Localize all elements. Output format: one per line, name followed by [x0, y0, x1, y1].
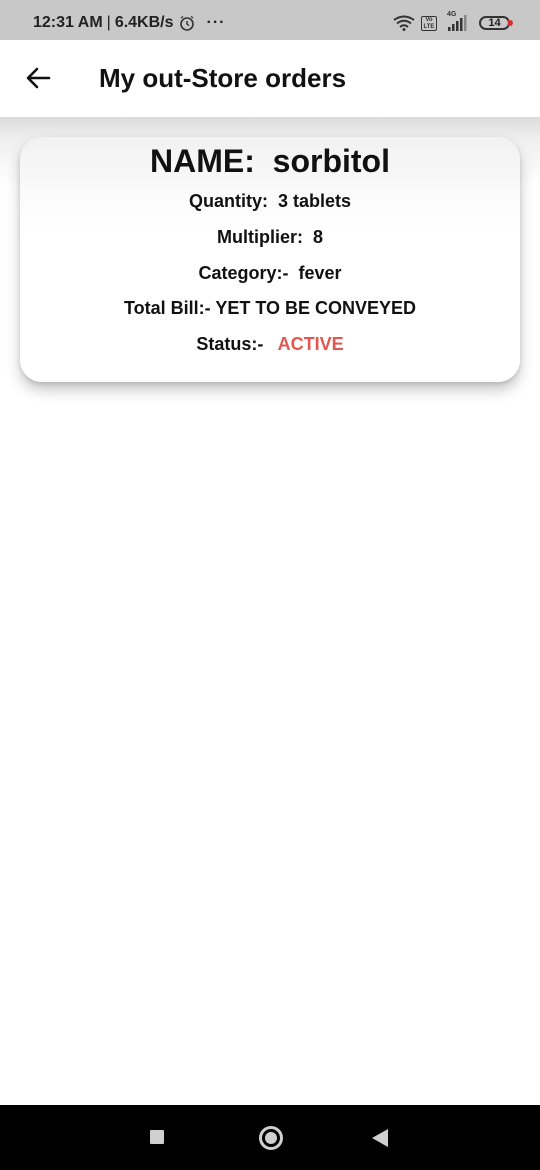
recents-square-icon[interactable]: [150, 1130, 164, 1144]
order-name-row: NAME: sorbitol: [20, 143, 520, 180]
order-status-row: Status:- ACTIVE: [20, 334, 520, 355]
app-bar: My out-Store orders: [0, 40, 540, 117]
wifi-icon: [393, 15, 415, 31]
status-left: 12:31 AM | 6.4KB/s ···: [33, 14, 226, 32]
status-separator: |: [106, 14, 111, 31]
order-status-label: Status:-: [196, 334, 264, 354]
order-total-bill-row: Total Bill:- YET TO BE CONVEYED: [20, 298, 520, 319]
battery-icon: 14: [479, 16, 513, 30]
order-name-value: sorbitol: [272, 143, 390, 179]
volte-bottom-label: LTE: [423, 23, 435, 30]
battery-level: 14: [488, 17, 501, 29]
order-category-label: Category:-: [198, 263, 289, 283]
order-multiplier-label: Multiplier:: [216, 227, 303, 247]
system-nav-bar: [0, 1105, 540, 1170]
status-badge: ACTIVE: [277, 334, 344, 354]
volte-icon: Vo LTE: [421, 15, 437, 31]
signal-bars: [448, 15, 467, 31]
page-title: My out-Store orders: [99, 63, 347, 93]
orders-list: NAME: sorbitol Quantity: 3 tablets Multi…: [0, 117, 540, 1105]
alarm-icon: [179, 15, 194, 31]
order-multiplier-value: 8: [313, 227, 324, 247]
order-quantity-row: Quantity: 3 tablets: [20, 191, 520, 212]
order-total-bill-label: Total Bill:-: [123, 298, 211, 318]
signal-icon: 4G: [443, 11, 473, 32]
back-triangle-icon[interactable]: [372, 1129, 388, 1147]
volte-top-label: Vo: [425, 16, 433, 23]
status-right: Vo LTE 4G 14: [393, 11, 513, 32]
order-quantity-label: Quantity:: [188, 191, 268, 211]
order-multiplier-row: Multiplier: 8: [20, 227, 520, 248]
status-time: 12:31 AM: [33, 14, 103, 31]
status-bar: 12:31 AM | 6.4KB/s ··· Vo LTE 4G 14: [0, 0, 540, 40]
arrow-left-icon[interactable]: [24, 64, 52, 92]
home-circle-icon[interactable]: [259, 1126, 283, 1150]
order-category-value: fever: [298, 263, 342, 283]
order-total-bill-value: YET TO BE CONVEYED: [215, 298, 417, 318]
order-name-label: NAME:: [150, 143, 255, 179]
more-icon: ···: [206, 14, 226, 31]
order-quantity-value: 3 tablets: [277, 191, 352, 211]
order-category-row: Category:- fever: [20, 263, 520, 284]
status-network-speed: 6.4KB/s: [114, 14, 174, 31]
order-card[interactable]: NAME: sorbitol Quantity: 3 tablets Multi…: [20, 137, 520, 382]
